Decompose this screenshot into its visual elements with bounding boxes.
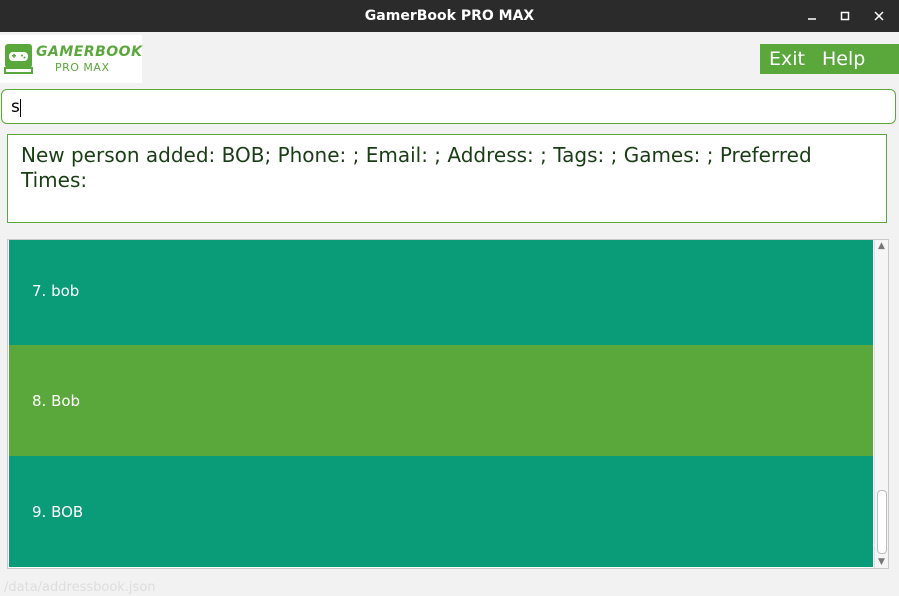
save-location-status: /data/addressbook.json [4,580,156,595]
window-title: GamerBook PRO MAX [364,8,535,24]
person-index: 7. [32,282,47,300]
scroll-down-icon[interactable]: ▼ [875,556,888,568]
logo-title: GAMERBOOK [36,44,143,60]
exit-menu-item[interactable]: Exit [761,48,813,70]
list-item[interactable]: 9. BOB [9,456,873,567]
maximize-icon[interactable] [830,0,860,32]
help-menu-item[interactable]: Help [814,48,873,70]
person-list[interactable]: 7. bob 8. Bob 9. BOB ▲ ▼ [7,239,889,569]
person-card-label: 9. BOB [32,503,83,521]
person-name: Bob [51,392,81,410]
list-scrollbar[interactable]: ▲ ▼ [874,240,888,568]
result-message: New person added: BOB; Phone: ; Email: ;… [21,143,812,192]
result-display: New person added: BOB; Phone: ; Email: ;… [7,134,887,223]
list-item[interactable]: 7. bob [9,240,873,345]
person-index: 9. [32,503,47,521]
window-title-bar: GamerBook PRO MAX [0,0,899,32]
person-index: 8. [32,392,47,410]
close-icon[interactable] [864,0,894,32]
command-input[interactable]: s [1,89,896,124]
app-logo: GAMERBOOK PRO MAX [0,35,142,83]
minimize-icon[interactable] [797,0,827,32]
scroll-up-icon[interactable]: ▲ [875,240,888,252]
list-item[interactable]: 8. Bob [9,345,873,456]
menu-bar: Exit Help [760,44,899,74]
command-input-value: s [11,97,20,117]
gamepad-book-icon [4,44,33,74]
scroll-thumb[interactable] [877,490,887,554]
person-name: bob [51,282,80,300]
logo-subtitle: PRO MAX [55,61,110,74]
text-caret [20,99,21,117]
person-card-label: 7. bob [32,282,79,300]
person-card-label: 8. Bob [32,392,80,410]
person-name: BOB [51,503,84,521]
